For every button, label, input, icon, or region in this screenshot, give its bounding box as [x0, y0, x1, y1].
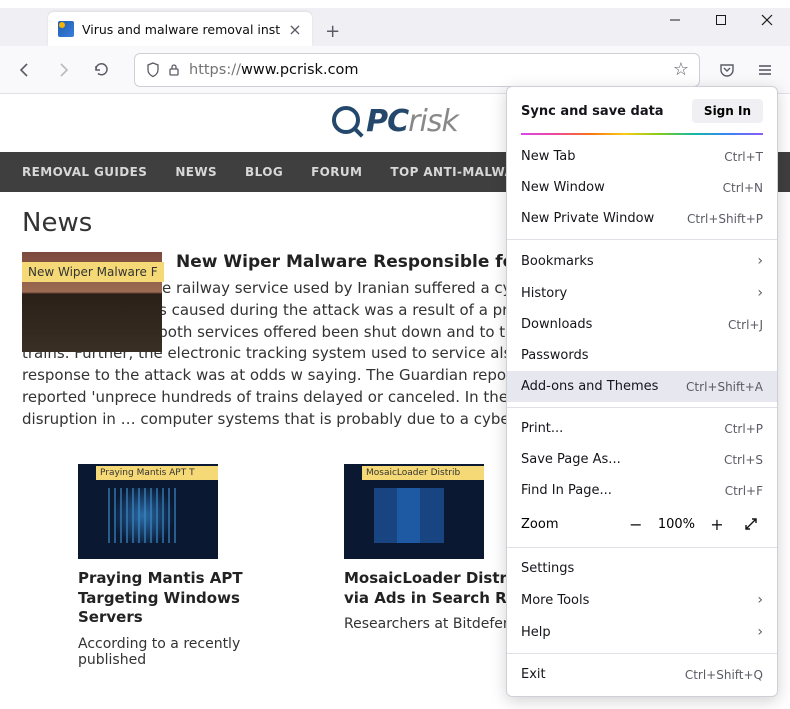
url-text: https://www.pcrisk.com: [189, 62, 665, 78]
card-title[interactable]: Praying Mantis APT Targeting Windows Ser…: [78, 569, 308, 628]
chevron-right-icon: ›: [757, 592, 763, 608]
menu-separator: [507, 407, 777, 408]
favicon-icon: [58, 21, 74, 37]
menu-new-tab[interactable]: New TabCtrl+T: [507, 141, 777, 172]
menu-settings[interactable]: Settings: [507, 553, 777, 584]
browser-tab[interactable]: Virus and malware removal inst ×: [48, 12, 312, 46]
app-menu-popup: Sync and save data Sign In New TabCtrl+T…: [506, 86, 778, 697]
signin-button[interactable]: Sign In: [692, 99, 763, 123]
zoom-value: 100%: [658, 517, 695, 532]
close-tab-icon[interactable]: ×: [288, 20, 301, 39]
url-bar[interactable]: https://www.pcrisk.com ☆: [134, 53, 700, 87]
menu-find-in-page[interactable]: Find In Page...Ctrl+F: [507, 475, 777, 506]
menu-downloads[interactable]: DownloadsCtrl+J: [507, 309, 777, 340]
menu-help[interactable]: Help›: [507, 616, 777, 648]
rainbow-divider: [521, 133, 763, 135]
security-icons: [145, 62, 181, 78]
menu-addons-themes[interactable]: Add-ons and ThemesCtrl+Shift+A: [507, 371, 777, 402]
menu-more-tools[interactable]: More Tools›: [507, 584, 777, 616]
menu-bookmarks[interactable]: Bookmarks›: [507, 245, 777, 277]
menu-separator: [507, 547, 777, 548]
nav-removal-guides[interactable]: REMOVAL GUIDES: [22, 165, 147, 179]
magnify-icon: [332, 106, 362, 136]
site-logo[interactable]: PCrisk: [332, 104, 458, 139]
bookmark-star-icon[interactable]: ☆: [673, 59, 689, 80]
menu-print[interactable]: Print...Ctrl+P: [507, 413, 777, 444]
nav-news[interactable]: NEWS: [175, 165, 217, 179]
tab-title: Virus and malware removal inst: [82, 22, 280, 37]
thumb-label: New Wiper Malware F: [22, 262, 164, 282]
menu-passwords[interactable]: Passwords: [507, 340, 777, 371]
card-excerpt: According to a recently published: [78, 636, 308, 668]
menu-save-page-as[interactable]: Save Page As...Ctrl+S: [507, 444, 777, 475]
card-thumb-label: Praying Mantis APT T: [96, 466, 218, 480]
zoom-label: Zoom: [521, 517, 614, 532]
minimize-button[interactable]: [652, 0, 698, 40]
sync-label: Sync and save data: [521, 104, 664, 119]
app-menu-button[interactable]: [748, 53, 782, 87]
menu-zoom-row: Zoom − 100% +: [507, 506, 777, 542]
menu-separator: [507, 239, 777, 240]
nav-blog[interactable]: BLOG: [245, 165, 283, 179]
back-button[interactable]: [8, 53, 42, 87]
close-window-button[interactable]: [744, 0, 790, 40]
nav-forum[interactable]: FORUM: [311, 165, 362, 179]
card-thumb[interactable]: Praying Mantis APT T: [78, 464, 218, 559]
card-thumb-label: MosaicLoader Distrib: [362, 466, 484, 480]
lock-icon: [167, 63, 181, 77]
logo-text: PCrisk: [366, 104, 458, 139]
menu-new-window[interactable]: New WindowCtrl+N: [507, 172, 777, 203]
card-mantis: Praying Mantis APT T Praying Mantis APT …: [78, 464, 308, 668]
pocket-button[interactable]: [710, 53, 744, 87]
menu-exit[interactable]: ExitCtrl+Shift+Q: [507, 659, 777, 690]
forward-button[interactable]: [46, 53, 80, 87]
menu-header: Sync and save data Sign In: [507, 87, 777, 133]
article-thumbnail[interactable]: New Wiper Malware F: [22, 252, 162, 352]
reload-button[interactable]: [84, 53, 118, 87]
menu-new-private-window[interactable]: New Private WindowCtrl+Shift+P: [507, 203, 777, 234]
shield-icon: [145, 62, 161, 78]
window-controls: [652, 0, 790, 40]
new-tab-button[interactable]: +: [318, 16, 348, 46]
menu-separator: [507, 653, 777, 654]
zoom-in-button[interactable]: +: [705, 512, 729, 536]
maximize-button[interactable]: [698, 0, 744, 40]
chevron-right-icon: ›: [757, 285, 763, 301]
zoom-out-button[interactable]: −: [624, 512, 648, 536]
chevron-right-icon: ›: [757, 253, 763, 269]
fullscreen-button[interactable]: [739, 512, 763, 536]
card-thumb[interactable]: MosaicLoader Distrib: [344, 464, 484, 559]
chevron-right-icon: ›: [757, 624, 763, 640]
menu-history[interactable]: History›: [507, 277, 777, 309]
